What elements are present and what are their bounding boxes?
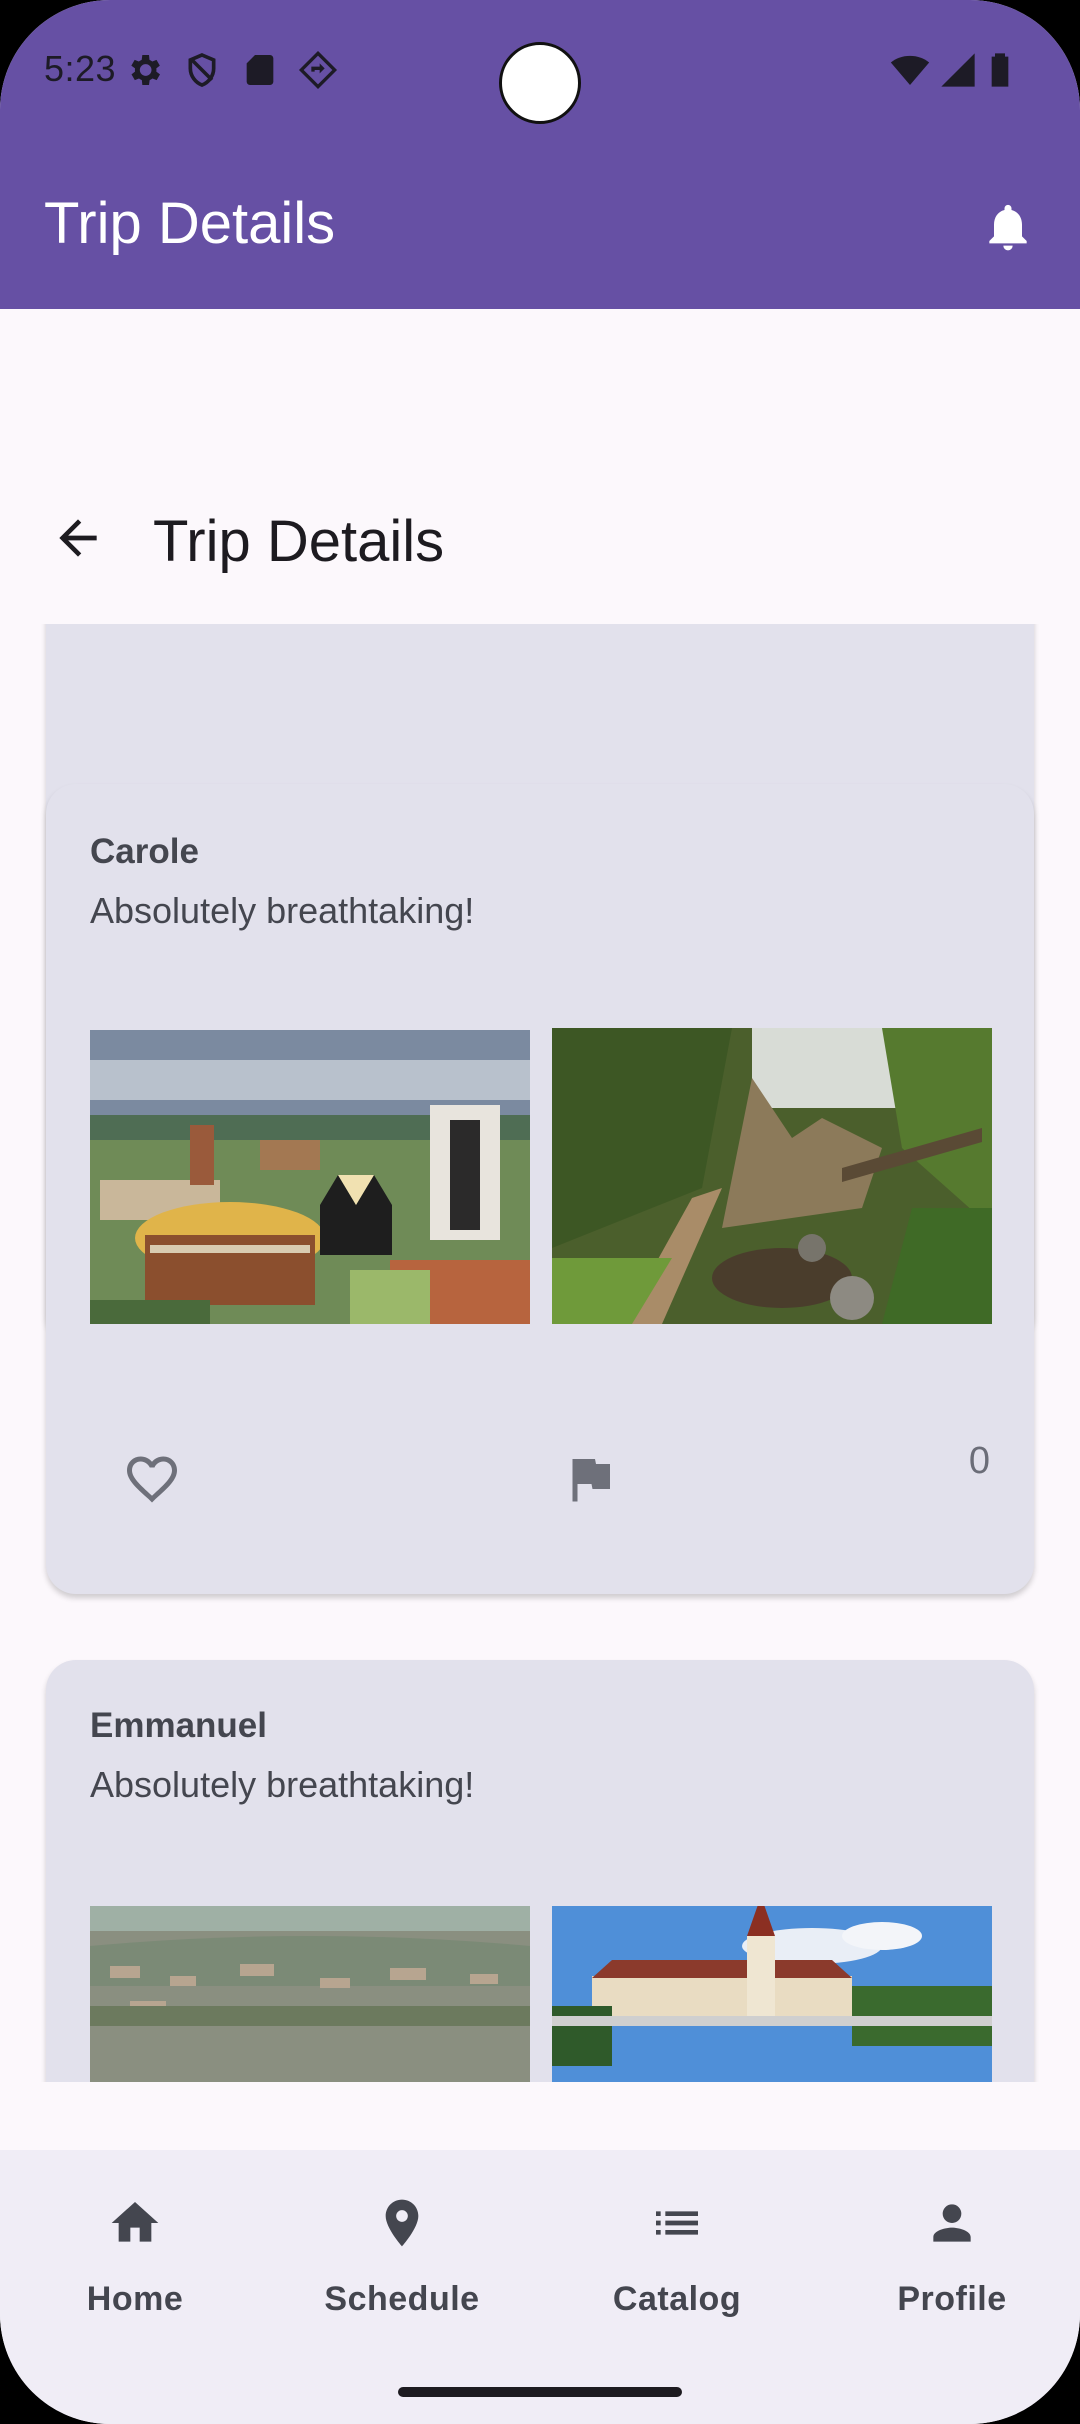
- home-indicator[interactable]: [398, 2387, 682, 2397]
- top-app-bar: 5:23 Trip Details: [0, 0, 1080, 309]
- front-camera: [499, 42, 581, 124]
- bottom-navigation: Home Schedule Catalog Profile: [0, 2150, 1080, 2424]
- nav-schedule[interactable]: Schedule: [267, 2150, 537, 2350]
- home-icon: [107, 2195, 163, 2251]
- gear-icon: [124, 50, 164, 90]
- nav-label: Home: [86, 2280, 184, 2318]
- list-icon: [649, 2195, 705, 2251]
- comment-card: Emmanuel Absolutely breathtaking!: [46, 1660, 1034, 2082]
- navigation-icon: [298, 50, 338, 90]
- comment-text: Absolutely breathtaking!: [90, 1764, 475, 1805]
- comment-card: Carole Absolutely breathtaking! 0: [46, 784, 1034, 1594]
- nav-profile[interactable]: Profile: [817, 2150, 1080, 2350]
- comment-count: 0: [968, 1440, 990, 1482]
- nav-label: Catalog: [612, 2280, 742, 2318]
- bell-icon[interactable]: [980, 198, 1036, 256]
- person-icon: [924, 2195, 980, 2251]
- nav-home[interactable]: Home: [0, 2150, 270, 2350]
- location-pin-icon: [374, 2195, 430, 2251]
- sd-card-icon: [240, 50, 280, 90]
- jungle-path-photo[interactable]: [552, 1028, 992, 1324]
- city-panorama-photo[interactable]: [90, 1906, 530, 2082]
- comment-author: Emmanuel: [90, 1706, 267, 1745]
- status-bar: 5:23: [0, 0, 1080, 140]
- shield-icon: [182, 50, 222, 90]
- comment-list[interactable]: Carole Absolutely breathtaking! 0 Emmanu…: [0, 624, 1080, 2082]
- city-skyline-photo[interactable]: [90, 1030, 530, 1324]
- wifi-icon: [890, 50, 934, 90]
- signal-icon: [938, 50, 978, 90]
- page-title: Trip Details: [153, 509, 445, 574]
- arrow-back-icon[interactable]: [50, 510, 106, 566]
- nav-catalog[interactable]: Catalog: [542, 2150, 812, 2350]
- comment-text: Absolutely breathtaking!: [90, 890, 475, 931]
- nav-label: Schedule: [324, 2280, 480, 2318]
- heart-outline-icon[interactable]: [122, 1449, 182, 1509]
- phone-screen: 5:23 Trip Details Trip Details Carole Ab…: [0, 0, 1080, 2424]
- comment-author: Carole: [90, 832, 199, 871]
- church-photo[interactable]: [552, 1906, 992, 2082]
- nav-label: Profile: [897, 2280, 1007, 2318]
- page-header: [0, 309, 1080, 624]
- status-time: 5:23: [44, 48, 117, 89]
- app-bar-title: Trip Details: [44, 191, 336, 256]
- flag-icon[interactable]: [560, 1449, 620, 1509]
- battery-icon: [980, 50, 1020, 90]
